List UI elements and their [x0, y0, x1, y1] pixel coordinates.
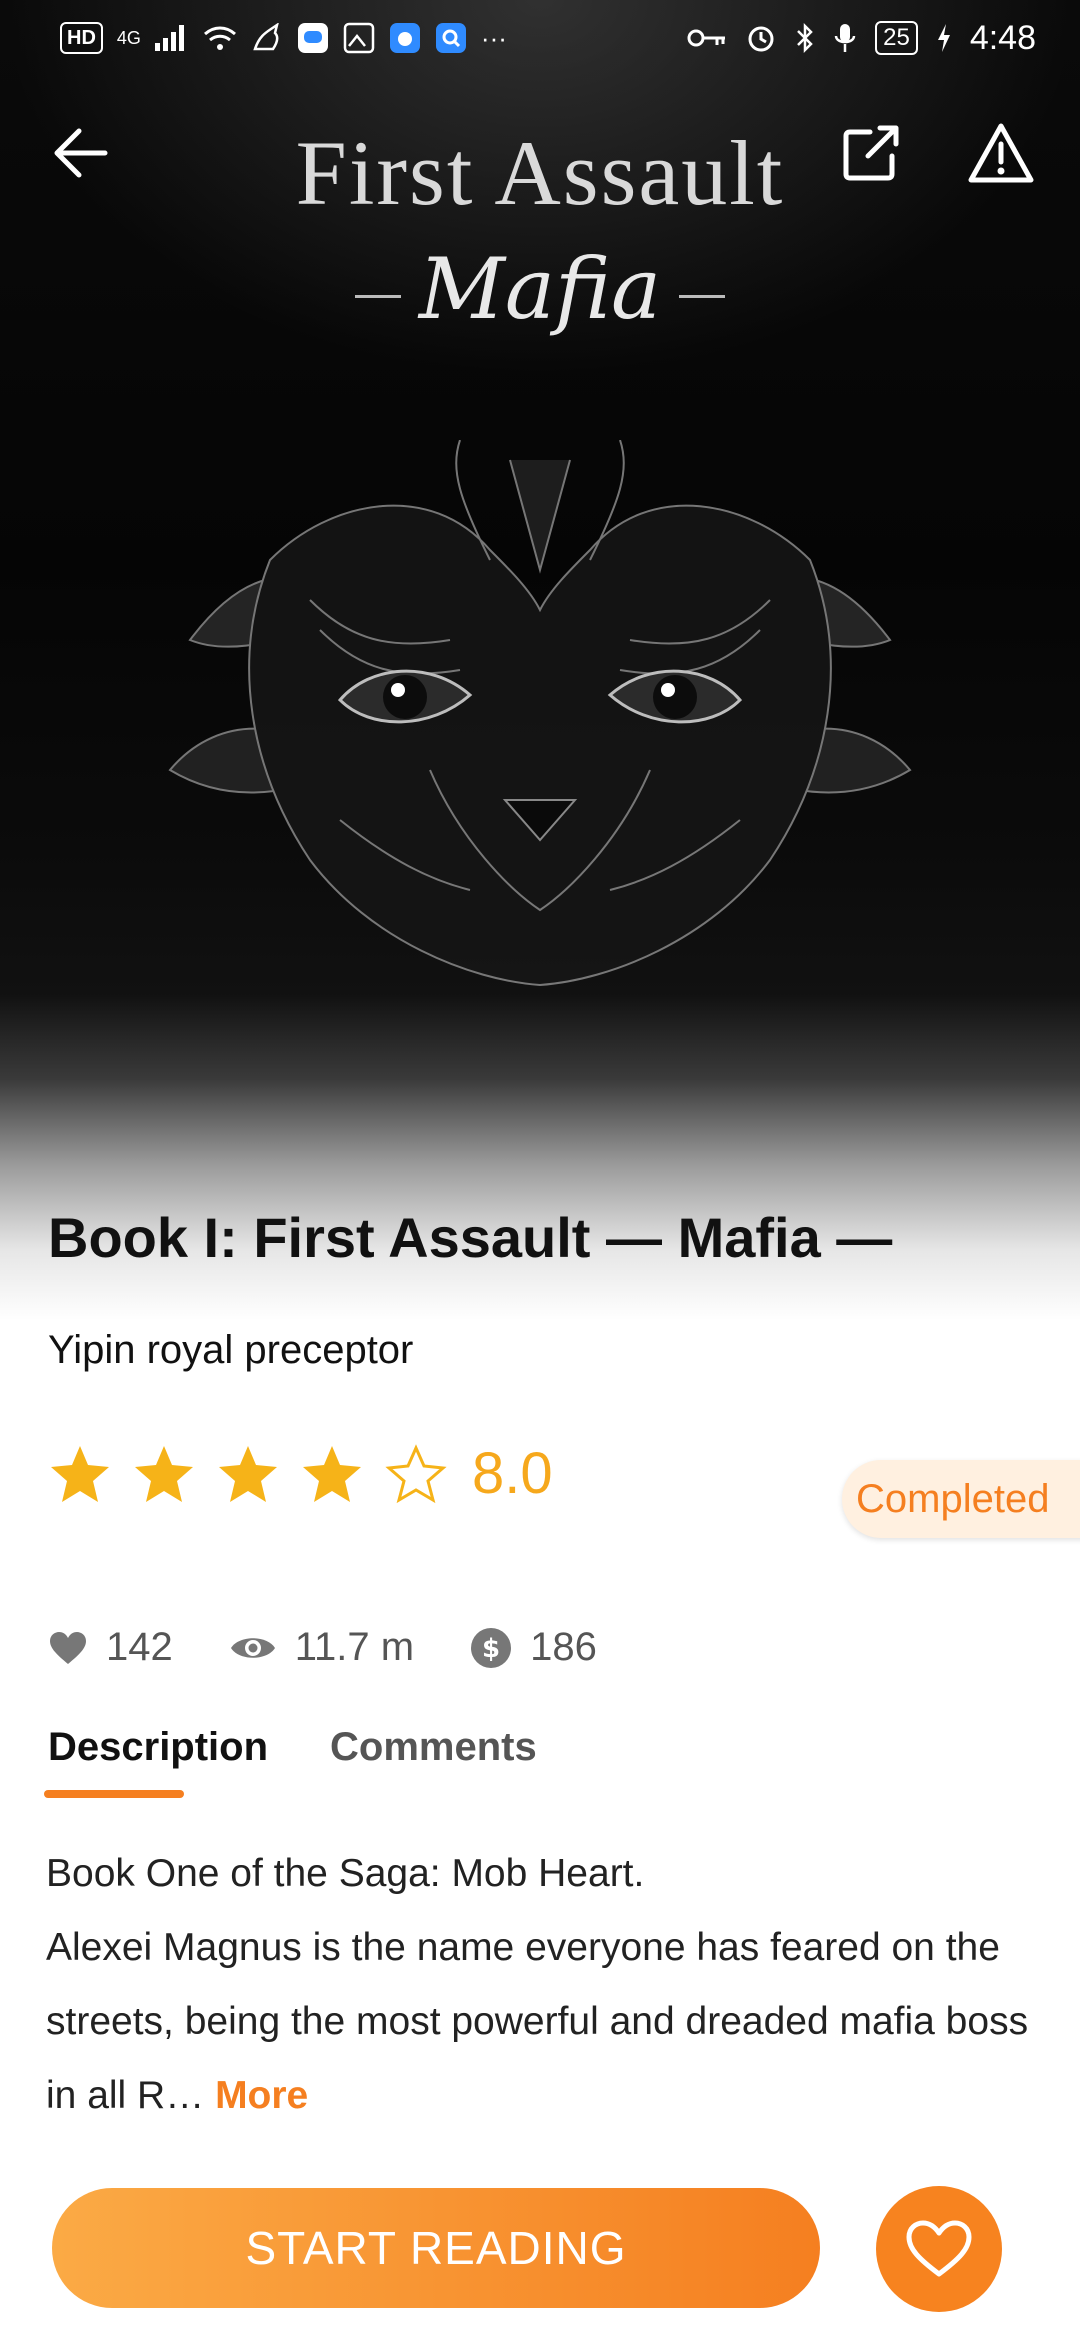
share-button[interactable] — [828, 108, 918, 198]
favorite-heart-icon — [906, 2220, 972, 2277]
share-icon — [843, 125, 899, 181]
description-body: Alexei Magnus is the name everyone has f… — [46, 1926, 1029, 2117]
book-title: Book I: First Assault — Mafia — — [48, 1206, 893, 1269]
network-label: 4G — [116, 27, 141, 48]
report-icon — [968, 123, 1034, 183]
star-filled-icon — [303, 1445, 361, 1502]
charging-icon — [937, 24, 950, 52]
cover-subtitle-text: Mafia — [418, 240, 662, 338]
star-filled-icon — [135, 1445, 193, 1502]
back-arrow-icon — [54, 128, 108, 178]
description-text: Book One of the Saga: Mob Heart. Alexei … — [46, 1837, 1036, 2133]
tab-bar: Description Comments — [48, 1725, 537, 1796]
report-button[interactable] — [956, 108, 1046, 198]
signal-icon — [154, 25, 184, 51]
status-right: 25 4:48 — [687, 19, 1036, 58]
tab-comments[interactable]: Comments — [330, 1725, 537, 1796]
chat-app-icon — [297, 23, 328, 53]
eye-icon — [230, 1637, 275, 1658]
active-tab-indicator — [44, 1790, 184, 1798]
status-badge: Completed — [842, 1460, 1080, 1538]
search-app-icon — [435, 23, 466, 53]
rating: 8.0 — [48, 1440, 553, 1507]
alarm-icon — [748, 26, 774, 52]
favorite-button[interactable] — [876, 2186, 1002, 2312]
cover-art — [168, 440, 912, 987]
start-reading-button[interactable]: START READING — [52, 2188, 820, 2308]
subtitle-dash-left — [354, 294, 401, 298]
hd-badge: HD — [60, 22, 103, 54]
weather-app-icon — [389, 23, 420, 53]
book-stats: 142 11.7 m $ 186 — [48, 1625, 597, 1670]
battery-indicator: 25 — [875, 21, 918, 55]
image-app-icon — [343, 22, 375, 54]
heart-icon — [50, 1631, 86, 1664]
star-filled-icon — [51, 1445, 109, 1502]
status-left: HD 4G ··· — [60, 22, 507, 54]
status-bar: HD 4G ··· 25 4:48 — [0, 0, 1080, 76]
author-name[interactable]: Yipin royal preceptor — [48, 1328, 413, 1373]
description-body-wrap: Alexei Magnus is the name everyone has f… — [46, 1911, 1036, 2133]
views-stat: 11.7 m — [229, 1625, 414, 1670]
cover-subtitle: Mafia — [0, 240, 1080, 338]
horse-icon — [253, 23, 279, 51]
wifi-icon — [203, 26, 236, 50]
likes-stat: 142 — [48, 1625, 173, 1670]
description-line1: Book One of the Saga: Mob Heart. — [46, 1852, 645, 1895]
tab-description[interactable]: Description — [48, 1725, 268, 1796]
coins-count: 186 — [530, 1625, 597, 1669]
bluetooth-icon — [797, 22, 813, 54]
more-link[interactable]: More — [215, 2074, 308, 2117]
cover-title: First Assault — [295, 122, 785, 224]
svg-text:$: $ — [482, 1634, 500, 1664]
rating-score: 8.0 — [472, 1441, 553, 1506]
views-count: 11.7 m — [294, 1625, 415, 1669]
mic-icon — [834, 24, 856, 52]
coins-stat: $ 186 — [470, 1625, 597, 1670]
back-button[interactable] — [36, 108, 126, 198]
subtitle-dash-right — [679, 294, 726, 298]
star-filled-icon — [219, 1445, 277, 1502]
star-empty-icon — [385, 1443, 447, 1503]
key-icon — [687, 29, 726, 47]
more-notifications: ··· — [480, 22, 507, 53]
likes-count: 142 — [106, 1625, 173, 1669]
clock: 4:48 — [969, 18, 1036, 57]
coin-icon: $ — [471, 1627, 512, 1668]
